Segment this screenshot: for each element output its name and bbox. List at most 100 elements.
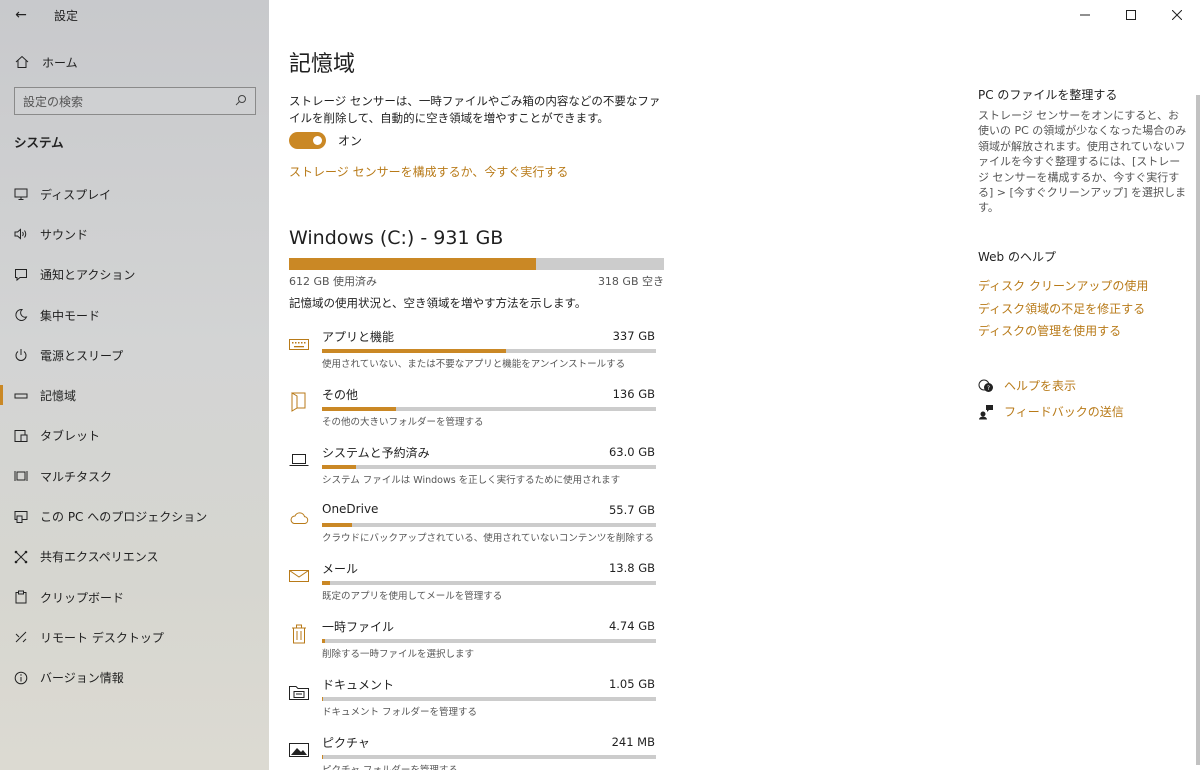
category-size: 4.74 GB xyxy=(608,619,655,633)
category-bar xyxy=(322,639,656,643)
title-bar: ← 設定 xyxy=(0,0,269,30)
category-name: ピクチャ xyxy=(322,736,370,750)
help-link-disk-cleanup[interactable]: ディスク クリーンアップの使用 xyxy=(978,277,1148,294)
sidebar-item-label: 共有エクスペリエンス xyxy=(40,550,159,565)
info-icon xyxy=(14,671,28,685)
category-description: 削除する一時ファイルを選択します xyxy=(322,649,475,660)
category-list: アプリと機能 337 GB 使用されていない、または不要なアプリと機能をアンイン… xyxy=(289,323,659,770)
sidebar-item-label: バージョン情報 xyxy=(40,671,124,686)
close-button[interactable] xyxy=(1154,0,1200,30)
category-bar xyxy=(322,523,656,527)
sidebar-item-label: マルチタスク xyxy=(40,469,113,484)
category-name: その他 xyxy=(322,388,359,402)
sidebar-item-label: 記憶域 xyxy=(40,389,77,404)
feedback-icon xyxy=(978,404,994,420)
category-name: ドキュメント xyxy=(322,678,395,692)
sidebar-item-sound[interactable]: サウンド xyxy=(0,214,269,254)
category-name: OneDrive xyxy=(322,502,379,516)
sidebar-item-notifications[interactable]: 通知とアクション xyxy=(0,255,269,295)
category-bar-fill xyxy=(322,349,507,353)
maximize-button[interactable] xyxy=(1108,0,1154,30)
help-link-low-disk-space[interactable]: ディスク領域の不足を修正する xyxy=(978,300,1145,317)
feedback-link[interactable]: フィードバックの送信 xyxy=(978,403,1124,420)
category-name: システムと予約済み xyxy=(322,446,430,460)
category-name: アプリと機能 xyxy=(322,330,395,344)
category-bar xyxy=(322,755,656,759)
sidebar-item-clipboard[interactable]: クリップボード xyxy=(0,577,269,617)
sidebar-item-label: ディスプレイ xyxy=(40,187,112,202)
speaker-icon xyxy=(14,227,28,241)
category-size: 337 GB xyxy=(612,329,655,343)
other-folder-icon xyxy=(289,392,309,412)
category-bar xyxy=(322,465,656,469)
sidebar-item-tablet[interactable]: タブレット xyxy=(0,416,269,456)
category-size: 1.05 GB xyxy=(608,677,655,691)
keyboard-icon xyxy=(289,334,309,354)
category-bar-fill xyxy=(322,581,330,585)
scrollbar[interactable] xyxy=(1196,95,1200,765)
pictures-icon xyxy=(289,740,309,760)
home-icon xyxy=(14,54,30,70)
sidebar-item-label: リモート デスクトップ xyxy=(40,630,164,645)
sidebar-item-multitask[interactable]: マルチタスク xyxy=(0,456,269,496)
storage-sense-toggle[interactable] xyxy=(289,132,326,149)
svg-text:?: ? xyxy=(987,385,990,392)
nav-home[interactable]: ホーム xyxy=(0,50,269,74)
search-placeholder: 設定の検索 xyxy=(23,94,84,109)
sidebar-item-label: 集中モード xyxy=(40,308,101,323)
category-mail[interactable]: メール 13.8 GB 既定のアプリを使用してメールを管理する xyxy=(289,555,659,613)
sidebar-item-power[interactable]: 電源とスリープ xyxy=(0,335,269,375)
tablet-icon xyxy=(14,429,28,443)
category-other[interactable]: その他 136 GB その他の大きいフォルダーを管理する xyxy=(289,381,659,439)
projection-icon xyxy=(14,510,28,524)
category-size: 241 MB xyxy=(611,735,655,749)
app-title: 設定 xyxy=(54,8,79,23)
category-system[interactable]: システムと予約済み 63.0 GB システム ファイルは Windows を正し… xyxy=(289,439,659,497)
minimize-button[interactable] xyxy=(1062,0,1108,30)
nav-home-label: ホーム xyxy=(42,55,78,70)
cloud-icon xyxy=(289,508,309,528)
mail-icon xyxy=(289,566,309,586)
category-description: 使用されていない、または不要なアプリと機能をアンインストールする xyxy=(322,359,626,370)
category-size: 136 GB xyxy=(612,387,655,401)
category-temp-files[interactable]: 一時ファイル 4.74 GB 削除する一時ファイルを選択します xyxy=(289,613,659,671)
category-bar-fill xyxy=(322,407,397,411)
category-size: 55.7 GB xyxy=(608,503,655,517)
category-documents[interactable]: ドキュメント 1.05 GB ドキュメント フォルダーを管理する xyxy=(289,671,659,729)
sidebar-item-projection[interactable]: この PC へのプロジェクション xyxy=(0,496,269,536)
notification-icon xyxy=(14,268,28,282)
drive-title: Windows (C:) - 931 GB xyxy=(289,227,504,249)
category-size: 13.8 GB xyxy=(608,561,655,575)
configure-storage-sense-link[interactable]: ストレージ センサーを構成するか、今すぐ実行する xyxy=(289,163,568,180)
get-help-link[interactable]: ? ヘルプを表示 xyxy=(978,377,1076,394)
sidebar-item-display[interactable]: ディスプレイ xyxy=(0,174,269,214)
category-name: メール xyxy=(322,562,359,576)
laptop-icon xyxy=(289,450,309,470)
share-icon xyxy=(14,550,28,564)
sidebar-item-label: 電源とスリープ xyxy=(40,348,124,363)
back-arrow-icon[interactable]: ← xyxy=(12,6,30,24)
help-link-disk-management[interactable]: ディスクの管理を使用する xyxy=(978,322,1121,339)
get-help-label: ヘルプを表示 xyxy=(1004,379,1077,393)
remote-desktop-icon xyxy=(14,630,28,644)
category-bar xyxy=(322,697,656,701)
sidebar-item-remote-desktop[interactable]: リモート デスクトップ xyxy=(0,617,269,657)
storage-icon xyxy=(14,389,28,403)
power-icon xyxy=(14,348,28,362)
window-controls xyxy=(1062,0,1200,30)
sidebar-item-about[interactable]: バージョン情報 xyxy=(0,658,269,698)
sidebar-item-storage[interactable]: 記憶域 xyxy=(0,375,269,415)
search-input[interactable]: 設定の検索 xyxy=(14,87,256,115)
category-description: ドキュメント フォルダーを管理する xyxy=(322,707,478,718)
trash-icon xyxy=(289,624,309,644)
category-pictures[interactable]: ピクチャ 241 MB ピクチャ フォルダーを管理する xyxy=(289,729,659,770)
sidebar-item-label: クリップボード xyxy=(40,590,125,605)
category-size: 63.0 GB xyxy=(608,445,655,459)
display-icon xyxy=(14,187,28,201)
category-apps[interactable]: アプリと機能 337 GB 使用されていない、または不要なアプリと機能をアンイン… xyxy=(289,323,659,381)
category-bar-fill xyxy=(322,523,353,527)
sidebar-item-shared-experiences[interactable]: 共有エクスペリエンス xyxy=(0,537,269,577)
sidebar-item-focus[interactable]: 集中モード xyxy=(0,295,269,335)
usage-hint: 記憶域の使用状況と、空き領域を増やす方法を示します。 xyxy=(289,296,587,310)
category-onedrive[interactable]: OneDrive 55.7 GB クラウドにバックアップされている、使用されてい… xyxy=(289,497,659,555)
